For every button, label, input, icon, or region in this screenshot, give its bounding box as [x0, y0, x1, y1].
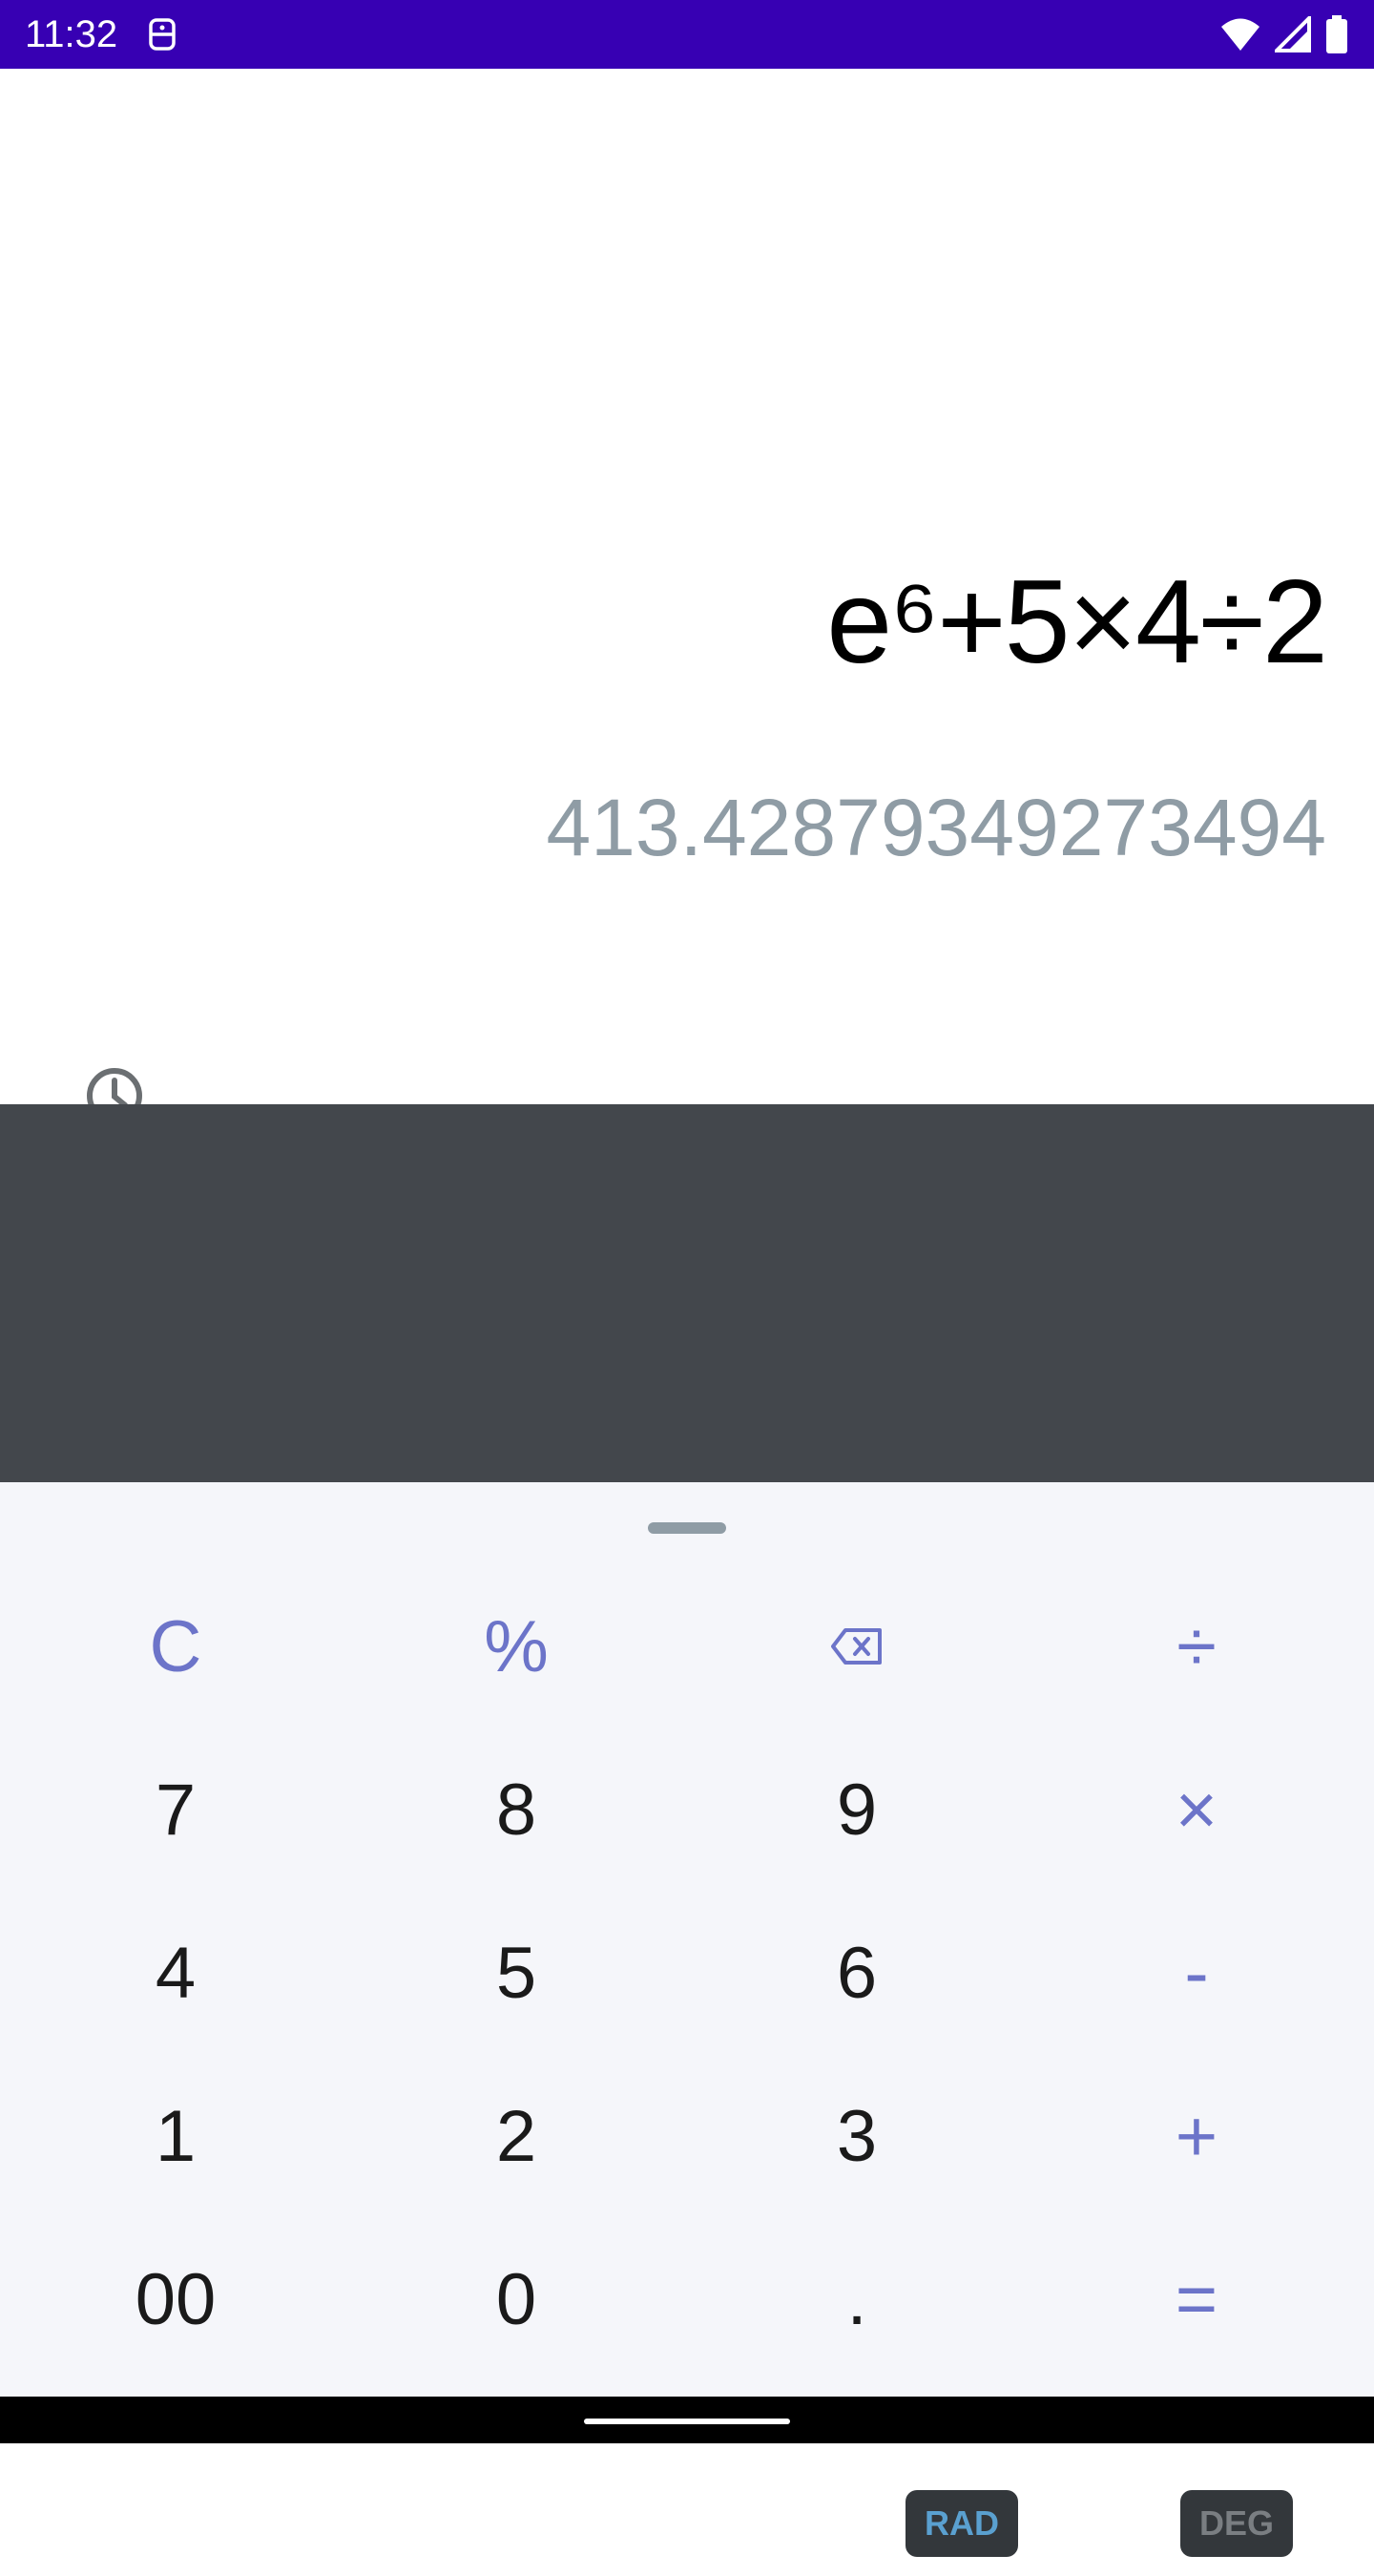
multiply-button[interactable]: × [1053, 1738, 1340, 1881]
pi-button[interactable]: π [42, 2471, 233, 2576]
euler-button[interactable]: e [317, 2471, 508, 2576]
navigation-bar [0, 2397, 1374, 2443]
decimal-button[interactable]: . [714, 2228, 1000, 2371]
divide-button[interactable]: ÷ [1053, 1575, 1340, 1718]
backspace-icon [831, 1628, 882, 1665]
double-zero-button[interactable]: 00 [32, 2228, 319, 2371]
digit-6-button[interactable]: 6 [714, 1901, 1000, 2044]
backspace-button[interactable] [714, 1575, 1000, 1718]
inv-button[interactable]: INV [592, 2471, 782, 2576]
status-icons [1219, 13, 1349, 55]
display-area: e⁶+5×4÷2 413.42879349273494 [0, 69, 1374, 1123]
status-time: 11:32 [25, 13, 118, 55]
signal-icon [1275, 16, 1311, 52]
home-gesture-handle[interactable] [584, 2419, 790, 2424]
battery-icon [1326, 15, 1347, 53]
clear-button[interactable]: C [32, 1575, 319, 1718]
subtract-button[interactable]: - [1053, 1901, 1340, 2044]
digit-0-button[interactable]: 0 [373, 2228, 659, 2371]
rad-toggle[interactable]: RAD [906, 2490, 1018, 2557]
digit-5-button[interactable]: 5 [373, 1901, 659, 2044]
deg-toggle[interactable]: DEG [1180, 2490, 1293, 2557]
digit-9-button[interactable]: 9 [714, 1738, 1000, 1881]
digit-7-button[interactable]: 7 [32, 1738, 319, 1881]
digit-4-button[interactable]: 4 [32, 1901, 319, 2044]
digit-8-button[interactable]: 8 [373, 1738, 659, 1881]
scientific-panel: sin-1 cos- 1 tan-1 10^ ex ( ) ^ x2 ! π e… [0, 1104, 1374, 2557]
percent-button[interactable]: % [373, 1575, 659, 1718]
wifi-icon [1221, 18, 1260, 51]
equals-button[interactable]: = [1053, 2228, 1340, 2371]
expression-display[interactable]: e⁶+5×4÷2 [826, 551, 1328, 694]
digit-2-button[interactable]: 2 [373, 2064, 659, 2208]
add-button[interactable]: + [1053, 2064, 1340, 2208]
result-display: 413.42879349273494 [546, 783, 1326, 872]
digit-1-button[interactable]: 1 [32, 2064, 319, 2208]
notification-app-icon [149, 18, 176, 51]
digit-3-button[interactable]: 3 [714, 2064, 1000, 2208]
status-bar: 11:32 [0, 0, 1374, 69]
drawer-handle[interactable] [648, 1522, 726, 1534]
